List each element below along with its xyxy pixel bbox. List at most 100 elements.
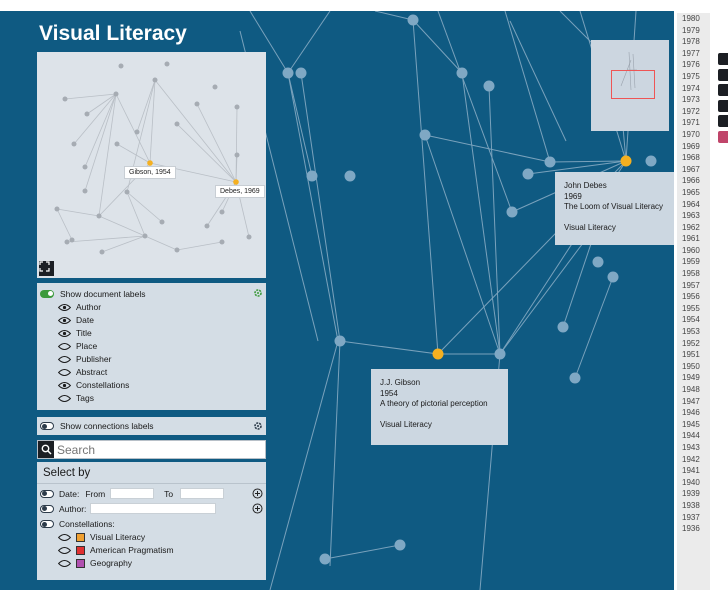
timeline-year: 1962 [682,222,700,232]
timeline-year: 1975 [682,71,700,81]
search-icon[interactable] [38,441,54,458]
timeline-year: 1954 [682,315,700,325]
tooltip-gibson: J.J. Gibson 1954 A theory of pictorial p… [371,369,508,445]
eye-closed-icon[interactable] [58,342,71,351]
label-option-row[interactable]: Author [58,302,101,312]
divider [37,483,266,484]
constellation-swatch [76,532,85,542]
eye-closed-icon[interactable] [58,559,71,568]
author-filter-toggle[interactable] [40,504,54,513]
eye-closed-icon[interactable] [58,533,71,542]
timeline-year: 1977 [682,48,700,58]
eye-icon[interactable] [58,316,71,325]
tooltip-author: John Debes [564,181,607,190]
eye-closed-icon[interactable] [58,394,71,403]
timeline-year: 1938 [682,500,700,510]
timeline-year: 1937 [682,512,700,522]
timeline-year: 1936 [682,524,700,534]
eye-closed-icon[interactable] [58,368,71,377]
label-option-text: Publisher [76,354,112,364]
label-option-text: Tags [76,393,94,403]
eye-closed-icon[interactable] [58,546,71,555]
select-icon[interactable] [718,53,728,65]
timeline-year: 1959 [682,257,700,267]
timeline-year: 1949 [682,373,700,383]
label-option-row[interactable]: Publisher [58,354,111,364]
timeline-year: 1974 [682,83,700,93]
timeline-year: 1970 [682,129,700,139]
timeline-year: 1944 [682,431,700,441]
gear-icon[interactable] [253,288,263,298]
from-label: From [85,488,106,499]
label-option-row[interactable]: Place [58,341,97,351]
cube-icon[interactable] [718,115,728,127]
document-labels-toggle[interactable] [40,290,54,298]
connections-labels-toggle[interactable] [40,422,54,430]
timeline-year: 1952 [682,338,700,348]
label-option-text: Place [76,341,98,351]
timeline-year: 1945 [682,419,700,429]
constellation-label: Visual Literacy [90,532,146,542]
timeline-year: 1950 [682,361,700,371]
timeline-year: 1964 [682,199,700,209]
timeline-year: 1942 [682,454,700,464]
timeline-year: 1969 [682,141,700,151]
timeline-year: 1946 [682,408,700,418]
tooltip-title: The Loom of Visual Literacy [564,202,664,211]
timeline-year: 1972 [682,106,700,116]
timeline-axis[interactable]: 1980 1979 1978 1977 1976 1975 1974 1973 1972 1971… [677,13,710,590]
search-box[interactable] [37,440,266,459]
constellation-row[interactable]: Geography [58,558,132,568]
fullscreen-icon [39,261,50,272]
timeline-year: 1968 [682,153,700,163]
toolbar [718,53,728,146]
date-to-input[interactable] [180,488,225,499]
constellation-row[interactable]: Visual Literacy [58,532,145,542]
connections-panel: Show connections labels [37,417,266,435]
timeline-year: 1971 [682,118,700,128]
label-option-text: Date [76,315,94,325]
add-author-icon[interactable] [252,503,263,514]
label-option-text: Title [76,328,92,338]
app-title: Visual Literacy [39,22,187,45]
overview-graph[interactable]: Gibson, 1954 Debes, 1969 [37,52,266,278]
eye-closed-icon[interactable] [58,355,71,364]
mini-label-debes: Debes, 1969 [215,185,265,198]
timeline-year: 1941 [682,466,700,476]
zoom-in-icon[interactable] [718,84,728,96]
author-input[interactable] [90,503,217,514]
connections-labels-label: Show connections labels [60,421,154,431]
minimap[interactable] [591,40,669,131]
timeline-year: 1978 [682,37,700,47]
timeline-year: 1960 [682,245,700,255]
date-filter-toggle[interactable] [40,489,54,498]
fullscreen-button[interactable] [39,261,54,276]
eye-icon[interactable] [58,381,71,390]
label-option-row[interactable]: Date [58,315,94,325]
eye-icon[interactable] [58,329,71,338]
tooltip-constellation: Visual Literacy [380,419,432,429]
label-option-row[interactable]: Title [58,328,92,338]
add-date-icon[interactable] [252,488,263,499]
eye-icon[interactable] [58,303,71,312]
constellation-label: American Pragmatism [90,545,174,555]
mini-label-gibson: Gibson, 1954 [124,166,176,179]
label-option-text: Author [76,302,102,312]
timeline-year: 1948 [682,385,700,394]
date-from-input[interactable] [110,488,155,499]
tooltip-debes: John Debes 1969 The Loom of Visual Liter… [555,172,674,245]
reset-icon[interactable] [718,130,728,143]
label-option-row[interactable]: Abstract [58,367,107,377]
zoom-out-icon[interactable] [718,99,728,112]
constellation-row[interactable]: American Pragmatism [58,545,174,555]
author-label: Author: [59,503,87,514]
label-option-row[interactable]: Tags [58,393,94,403]
constellations-filter-toggle[interactable] [40,520,54,528]
search-input[interactable] [54,442,254,457]
minimap-viewport[interactable] [611,70,655,99]
timeline-year: 1958 [682,269,700,279]
timeline-year: 1939 [682,489,700,499]
gear-icon[interactable] [253,421,263,431]
label-option-row[interactable]: Constellations [58,380,129,390]
fit-icon[interactable] [718,68,728,81]
